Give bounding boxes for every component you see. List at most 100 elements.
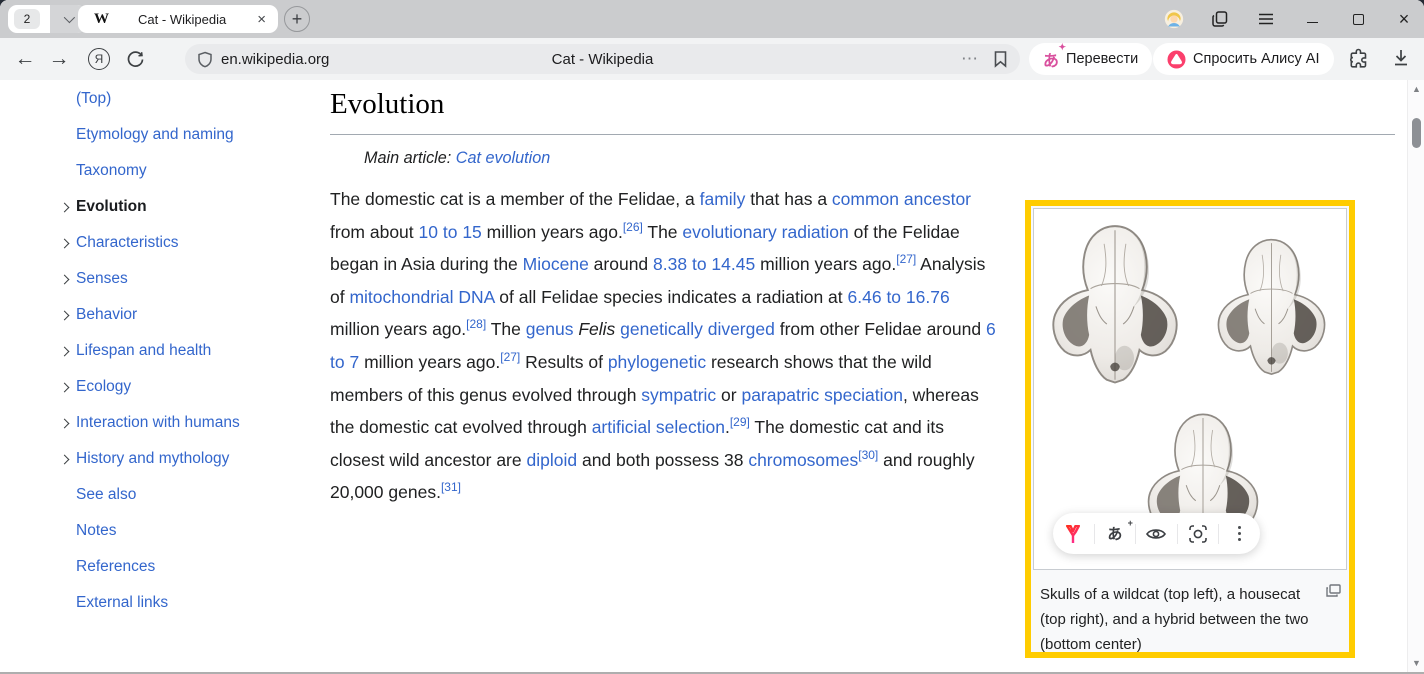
yandex-home-button[interactable]: Я — [88, 48, 110, 70]
toc-label[interactable]: Notes — [76, 522, 117, 540]
back-button[interactable]: ← — [8, 47, 42, 71]
reference-link[interactable]: [27] — [896, 252, 916, 266]
toc-label[interactable]: See also — [76, 486, 136, 504]
article-link[interactable]: genetically diverged — [620, 319, 775, 339]
tab-close-icon[interactable]: × — [255, 11, 268, 28]
article-link[interactable]: common ancestor — [832, 189, 971, 209]
article-link[interactable]: parapatric speciation — [741, 385, 902, 405]
vertical-scrollbar[interactable]: ▲ ▼ — [1407, 80, 1424, 672]
toc-label[interactable]: Etymology and naming — [76, 126, 234, 144]
scrollbar-thumb[interactable] — [1412, 118, 1421, 148]
chevron-right-icon[interactable] — [56, 276, 72, 283]
sidebar-item-notes[interactable]: Notes — [46, 513, 306, 549]
address-bar[interactable]: en.wikipedia.org Cat - Wikipedia ⋯ — [185, 44, 1020, 74]
sidebar-item-references[interactable]: References — [46, 549, 306, 585]
article-link[interactable]: Miocene — [523, 254, 589, 274]
article-link[interactable]: phylogenetic — [608, 352, 706, 372]
eye-icon[interactable] — [1145, 523, 1167, 545]
chevron-right-icon[interactable] — [56, 384, 72, 391]
minimize-button[interactable] — [1302, 9, 1322, 29]
article-link[interactable]: genus — [526, 319, 574, 339]
sidebar-item-external-links[interactable]: External links — [46, 585, 306, 621]
sidebar-item-senses[interactable]: Senses — [46, 261, 306, 297]
browser-tab[interactable]: W Cat - Wikipedia × — [78, 5, 278, 33]
sidebar-item-behavior[interactable]: Behavior — [46, 297, 306, 333]
url-text[interactable]: en.wikipedia.org — [221, 51, 329, 68]
reference-link[interactable]: [30] — [858, 448, 878, 462]
sidebar-item-see-also[interactable]: See also — [46, 477, 306, 513]
sidebar-item-evolution[interactable]: Evolution — [46, 189, 306, 225]
toc-label[interactable]: Lifespan and health — [76, 342, 211, 360]
article-link[interactable]: 6.46 to 16.76 — [848, 287, 950, 307]
close-window-button[interactable]: × — [1394, 9, 1414, 29]
menu-icon[interactable] — [1256, 9, 1276, 29]
article-link[interactable]: chromosomes — [748, 450, 858, 470]
article-link[interactable]: artificial selection — [592, 417, 725, 437]
more-options-icon[interactable] — [1229, 523, 1251, 545]
toc-label[interactable]: (Top) — [76, 90, 111, 108]
sidebar-item-ecology[interactable]: Ecology — [46, 369, 306, 405]
article-link[interactable]: family — [700, 189, 746, 209]
chevron-right-icon[interactable] — [56, 348, 72, 355]
bookmark-icon[interactable] — [993, 50, 1008, 68]
scroll-up-icon[interactable]: ▲ — [1408, 84, 1424, 94]
sidebar-item-characteristics[interactable]: Characteristics — [46, 225, 306, 261]
sidebar-item-taxonomy[interactable]: Taxonomy — [46, 153, 306, 189]
article-link[interactable]: 10 to 15 — [419, 222, 482, 242]
skulls-image[interactable]: あ+ — [1033, 208, 1347, 570]
extensions-puzzle-icon[interactable] — [1348, 48, 1369, 69]
maximize-button[interactable] — [1348, 9, 1368, 29]
downloads-icon[interactable] — [1392, 48, 1410, 68]
toc-label[interactable]: Characteristics — [76, 234, 179, 252]
profile-avatar[interactable] — [1164, 9, 1184, 29]
toc-label[interactable]: Ecology — [76, 378, 131, 396]
page-actions-icon[interactable]: ⋯ — [961, 49, 979, 69]
new-tab-button[interactable]: + — [284, 6, 310, 32]
reference-link[interactable]: [26] — [623, 220, 643, 234]
highlighted-thumbnail[interactable]: あ+ — [1025, 200, 1355, 658]
toc-label[interactable]: References — [76, 558, 155, 576]
sidebar-item-interaction-with-humans[interactable]: Interaction with humans — [46, 405, 306, 441]
forward-button[interactable]: → — [42, 47, 76, 71]
scroll-down-icon[interactable]: ▼ — [1408, 658, 1424, 668]
reference-link[interactable]: [27] — [500, 350, 520, 364]
chevron-right-icon[interactable] — [56, 312, 72, 319]
toc-label[interactable]: External links — [76, 594, 168, 612]
translate-label: Перевести — [1066, 51, 1138, 67]
reload-button[interactable] — [125, 49, 145, 69]
sidebar-item-lifespan-and-health[interactable]: Lifespan and health — [46, 333, 306, 369]
image-translate-icon[interactable]: あ+ — [1104, 523, 1126, 545]
yandex-logo-icon[interactable] — [1062, 523, 1084, 545]
chevron-right-icon[interactable] — [56, 456, 72, 463]
chevron-right-icon[interactable] — [56, 420, 72, 427]
main-article-link[interactable]: Cat evolution — [456, 149, 551, 167]
toc-label[interactable]: Senses — [76, 270, 128, 288]
ask-alice-button[interactable]: Спросить Алису AI — [1153, 43, 1334, 75]
article-link[interactable]: evolutionary radiation — [682, 222, 848, 242]
toc-label[interactable]: Interaction with humans — [76, 414, 240, 432]
toc-label[interactable]: Evolution — [76, 198, 147, 216]
enlarge-icon[interactable] — [1326, 584, 1341, 597]
toc-label[interactable]: Behavior — [76, 306, 137, 324]
sidebar-item-etymology-and-naming[interactable]: Etymology and naming — [46, 117, 306, 153]
reference-link[interactable]: [31] — [441, 481, 461, 495]
translate-button[interactable]: あ✦ Перевести — [1029, 43, 1152, 75]
toc-label[interactable]: History and mythology — [76, 450, 229, 468]
tab-count-badge[interactable]: 2 — [14, 9, 40, 29]
reference-link[interactable]: [29] — [730, 415, 750, 429]
sidebar-item-top[interactable]: (Top) — [46, 81, 306, 117]
toc-label[interactable]: Taxonomy — [76, 162, 147, 180]
article-link[interactable]: diploid — [526, 450, 577, 470]
shield-icon[interactable] — [197, 51, 213, 68]
lens-search-icon[interactable] — [1187, 523, 1209, 545]
chevron-right-icon[interactable] — [56, 204, 72, 211]
sidebar-item-history-and-mythology[interactable]: History and mythology — [46, 441, 306, 477]
article-link[interactable]: sympatric — [641, 385, 716, 405]
article-link[interactable]: mitochondrial DNA — [349, 287, 494, 307]
tab-panels-icon[interactable] — [1210, 9, 1230, 29]
divider — [1094, 524, 1095, 544]
article-link[interactable]: 8.38 to 14.45 — [653, 254, 755, 274]
reference-link[interactable]: [28] — [466, 318, 486, 332]
chevron-right-icon[interactable] — [56, 240, 72, 247]
tab-counter[interactable]: 2 — [8, 5, 86, 33]
